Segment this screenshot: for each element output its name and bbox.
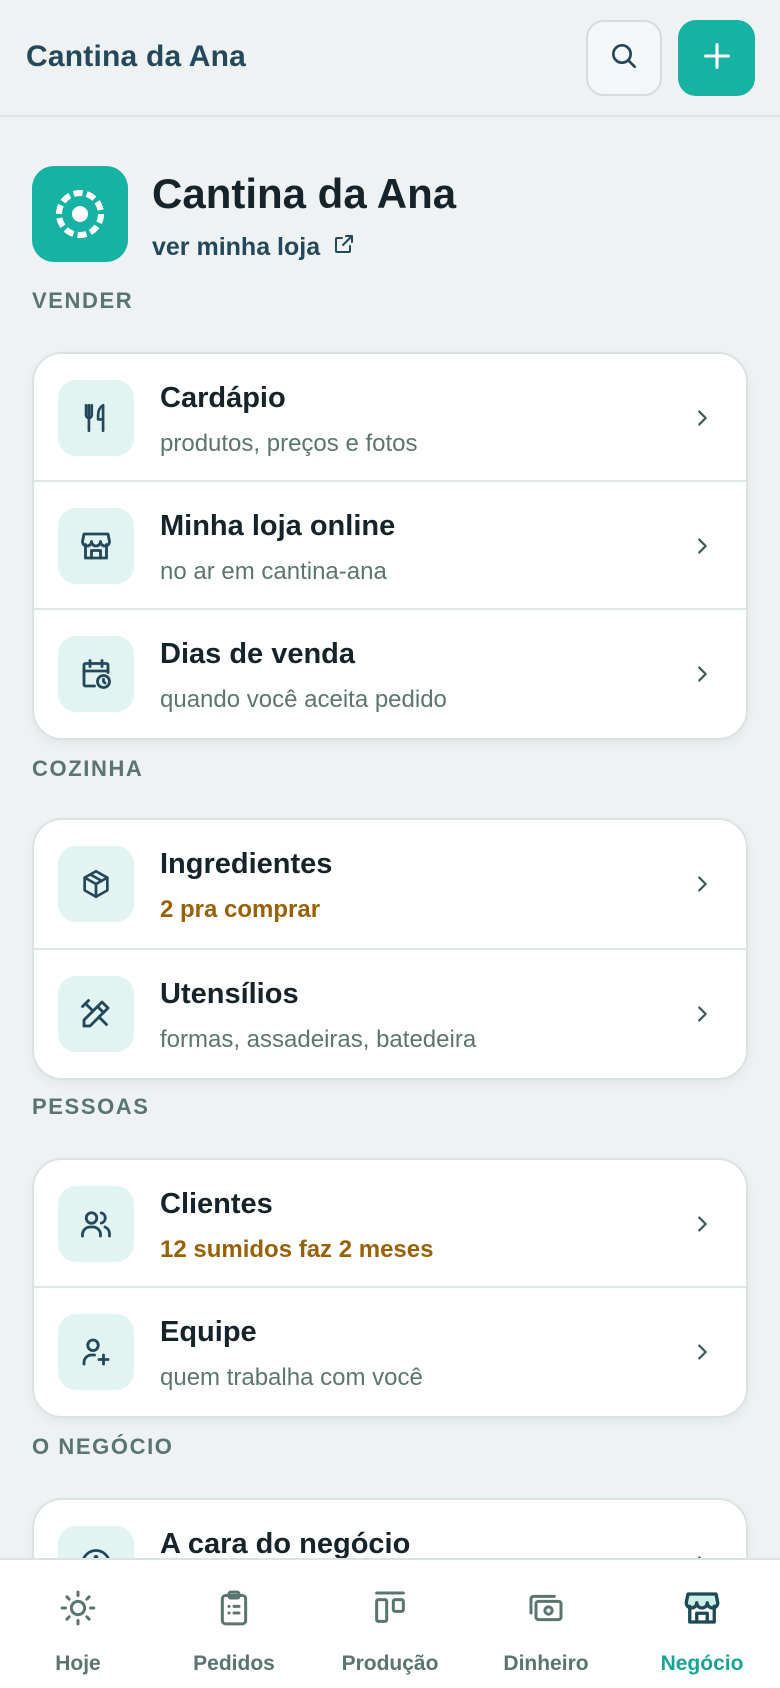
external-link-icon — [332, 232, 356, 263]
chevron-right-icon — [688, 870, 716, 898]
bottom-nav: Hoje Pedidos Produção Dinheiro Negócio — [0, 1558, 780, 1688]
chevron-right-icon — [688, 1338, 716, 1366]
row-subtitle: 2 pra comprar — [160, 896, 321, 923]
chevron-right-icon — [688, 1000, 716, 1028]
kanban-icon — [368, 1586, 412, 1630]
row-title: Utensílios — [160, 978, 299, 1010]
row-title: Cardápio — [160, 382, 286, 414]
user-plus-icon — [58, 1314, 134, 1390]
nav-item-pedidos[interactable]: Pedidos — [156, 1560, 312, 1688]
card-negocio: A cara do negócio — [32, 1498, 748, 1558]
row-title: Dias de venda — [160, 638, 356, 670]
list-item-utensilios[interactable]: Utensílios formas, assadeiras, batedeira — [34, 950, 746, 1078]
chevron-right-icon — [688, 1210, 716, 1238]
list-item-equipe[interactable]: Equipe quem trabalha com você — [34, 1288, 746, 1416]
row-title: A cara do negócio — [160, 1528, 411, 1558]
nav-label: Negócio — [660, 1652, 744, 1675]
section-label-pessoas: PESSOAS — [32, 1094, 150, 1119]
main-content[interactable]: Cantina da Ana ver minha loja VENDER Car… — [0, 118, 780, 1558]
nav-label: Hoje — [55, 1652, 101, 1675]
nav-label: Produção — [341, 1652, 439, 1675]
chevron-right-icon — [688, 404, 716, 432]
cash-icon — [524, 1586, 568, 1630]
row-title: Clientes — [160, 1188, 273, 1220]
sun-icon — [56, 1586, 100, 1630]
list-item-clientes[interactable]: Clientes 12 sumidos faz 2 meses — [34, 1160, 746, 1288]
row-subtitle: quando você aceita pedido — [160, 686, 447, 713]
nav-item-dinheiro[interactable]: Dinheiro — [468, 1560, 624, 1688]
section-label-negocio: O NEGÓCIO — [32, 1434, 174, 1459]
calendar-clock-icon — [58, 636, 134, 712]
row-subtitle: produtos, preços e fotos — [160, 430, 418, 457]
utensils-icon — [58, 380, 134, 456]
section-label-cozinha: COZINHA — [32, 756, 144, 781]
card-vender: Cardápio produtos, preços e fotos Minha … — [32, 352, 748, 740]
row-title: Minha loja online — [160, 510, 396, 542]
section-label-vender: VENDER — [32, 288, 134, 313]
nav-item-negocio[interactable]: Negócio — [624, 1560, 780, 1688]
view-store-link[interactable]: ver minha loja — [152, 232, 356, 263]
business-name: Cantina da Ana — [152, 170, 457, 217]
business-header: Cantina da Ana ver minha loja — [32, 166, 772, 266]
search-button[interactable] — [586, 20, 662, 96]
app-title: Cantina da Ana — [26, 40, 247, 73]
users-icon — [58, 1186, 134, 1262]
chevron-right-icon — [688, 1550, 716, 1558]
list-item-ingredientes[interactable]: Ingredientes 2 pra comprar — [34, 820, 746, 950]
store-icon — [58, 508, 134, 584]
row-subtitle: 12 sumidos faz 2 meses — [160, 1236, 434, 1263]
row-subtitle: formas, assadeiras, batedeira — [160, 1026, 477, 1053]
view-store-label: ver minha loja — [152, 233, 321, 261]
nav-label: Pedidos — [193, 1652, 275, 1675]
info-icon — [58, 1526, 134, 1558]
search-icon — [608, 40, 640, 77]
top-bar: Cantina da Ana — [0, 0, 780, 117]
tools-icon — [58, 976, 134, 1052]
chevron-right-icon — [688, 660, 716, 688]
chevron-right-icon — [688, 532, 716, 560]
plus-icon — [700, 39, 734, 78]
clipboard-icon — [212, 1586, 256, 1630]
add-button[interactable] — [678, 20, 755, 96]
sun-logo-icon — [32, 166, 128, 262]
nav-label: Dinheiro — [503, 1652, 589, 1675]
card-cozinha: Ingredientes 2 pra comprar Utensílios fo… — [32, 818, 748, 1080]
row-subtitle: no ar em cantina-ana — [160, 558, 387, 585]
store-icon — [680, 1586, 724, 1630]
nav-item-producao[interactable]: Produção — [312, 1560, 468, 1688]
list-item-cara-negocio[interactable]: A cara do negócio — [34, 1500, 746, 1558]
row-subtitle: quem trabalha com você — [160, 1364, 423, 1391]
list-item-cardapio[interactable]: Cardápio produtos, preços e fotos — [34, 354, 746, 482]
box-icon — [58, 846, 134, 922]
card-pessoas: Clientes 12 sumidos faz 2 meses Equipe q… — [32, 1158, 748, 1418]
list-item-dias-venda[interactable]: Dias de venda quando você aceita pedido — [34, 610, 746, 738]
row-title: Ingredientes — [160, 848, 333, 880]
nav-item-hoje[interactable]: Hoje — [0, 1560, 156, 1688]
list-item-loja-online[interactable]: Minha loja online no ar em cantina-ana — [34, 482, 746, 610]
row-title: Equipe — [160, 1316, 257, 1348]
